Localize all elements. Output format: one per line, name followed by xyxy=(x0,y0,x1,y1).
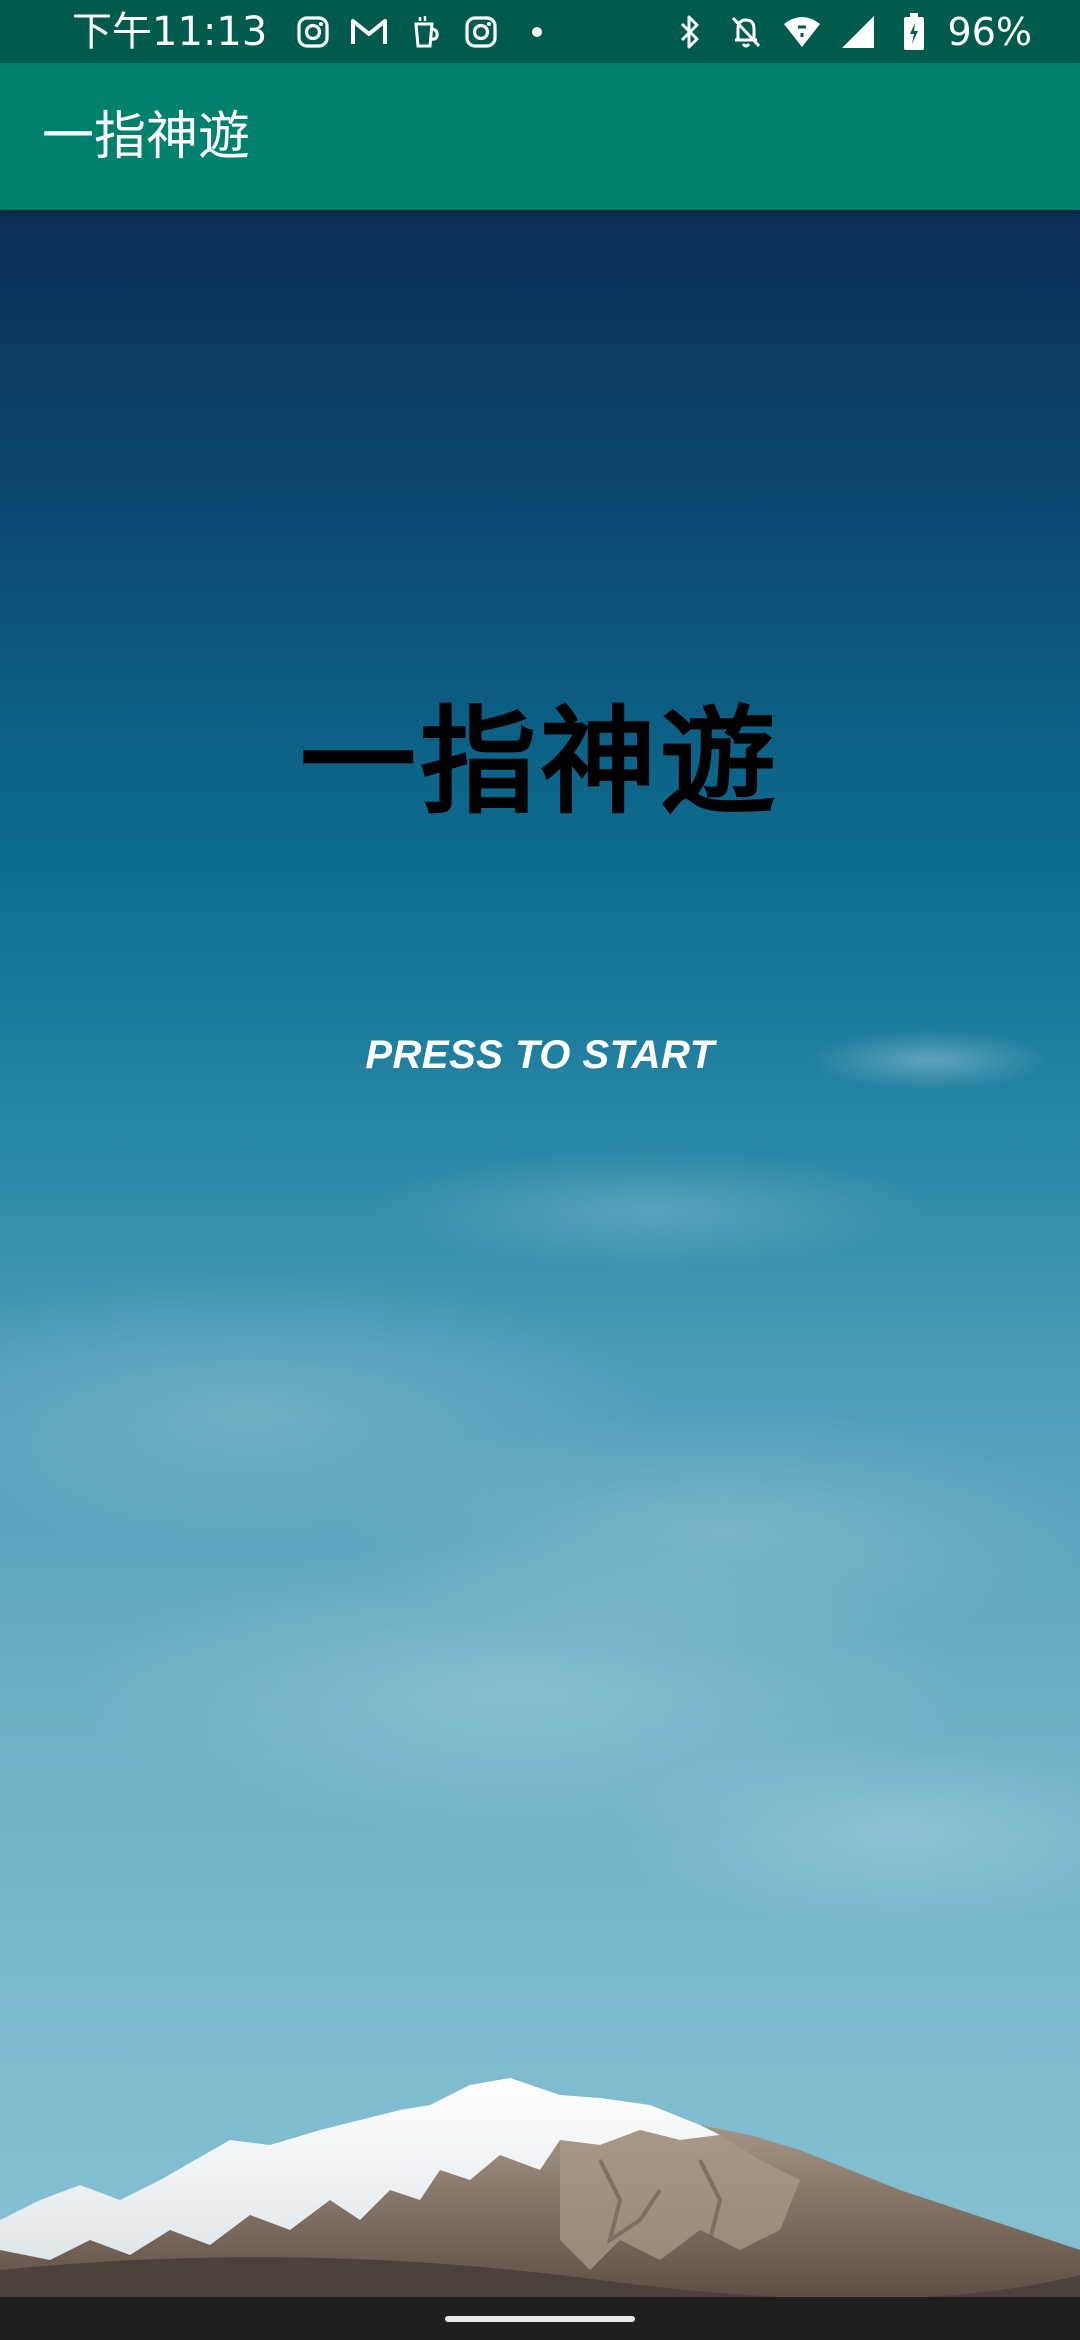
status-bar: 下午11:13 96% xyxy=(0,0,1080,63)
status-left: 下午11:13 xyxy=(72,0,565,63)
bell-off-icon xyxy=(726,12,766,52)
home-gesture-handle[interactable] xyxy=(445,2315,635,2322)
battery-charging-icon xyxy=(894,12,934,52)
instagram-icon xyxy=(293,12,333,52)
press-to-start-label: PRESS TO START xyxy=(365,1032,715,1077)
app-bar-title: 一指神遊 xyxy=(42,106,251,167)
status-right: 96% xyxy=(662,0,1032,63)
background-sky-image: 一指神遊 PRESS TO START xyxy=(0,210,1080,2297)
signal-icon xyxy=(838,12,878,52)
dot-icon xyxy=(517,12,557,52)
press-to-start-button[interactable]: PRESS TO START xyxy=(330,1010,750,1100)
battery-percent: 96% xyxy=(947,9,1032,54)
mountain-image xyxy=(0,2078,1080,2297)
navigation-bar xyxy=(0,2297,1080,2340)
cup-icon xyxy=(405,12,445,52)
status-time: 下午11:13 xyxy=(72,8,268,55)
wifi-icon xyxy=(782,12,822,52)
instagram-icon xyxy=(461,12,501,52)
app-screen: 下午11:13 96% 一指神遊 一指神遊 PRESS TO START xyxy=(0,0,1080,2340)
gmail-icon xyxy=(349,12,389,52)
app-bar: 一指神遊 xyxy=(0,63,1080,210)
bluetooth-icon xyxy=(670,12,710,52)
main-title: 一指神遊 xyxy=(300,695,780,830)
